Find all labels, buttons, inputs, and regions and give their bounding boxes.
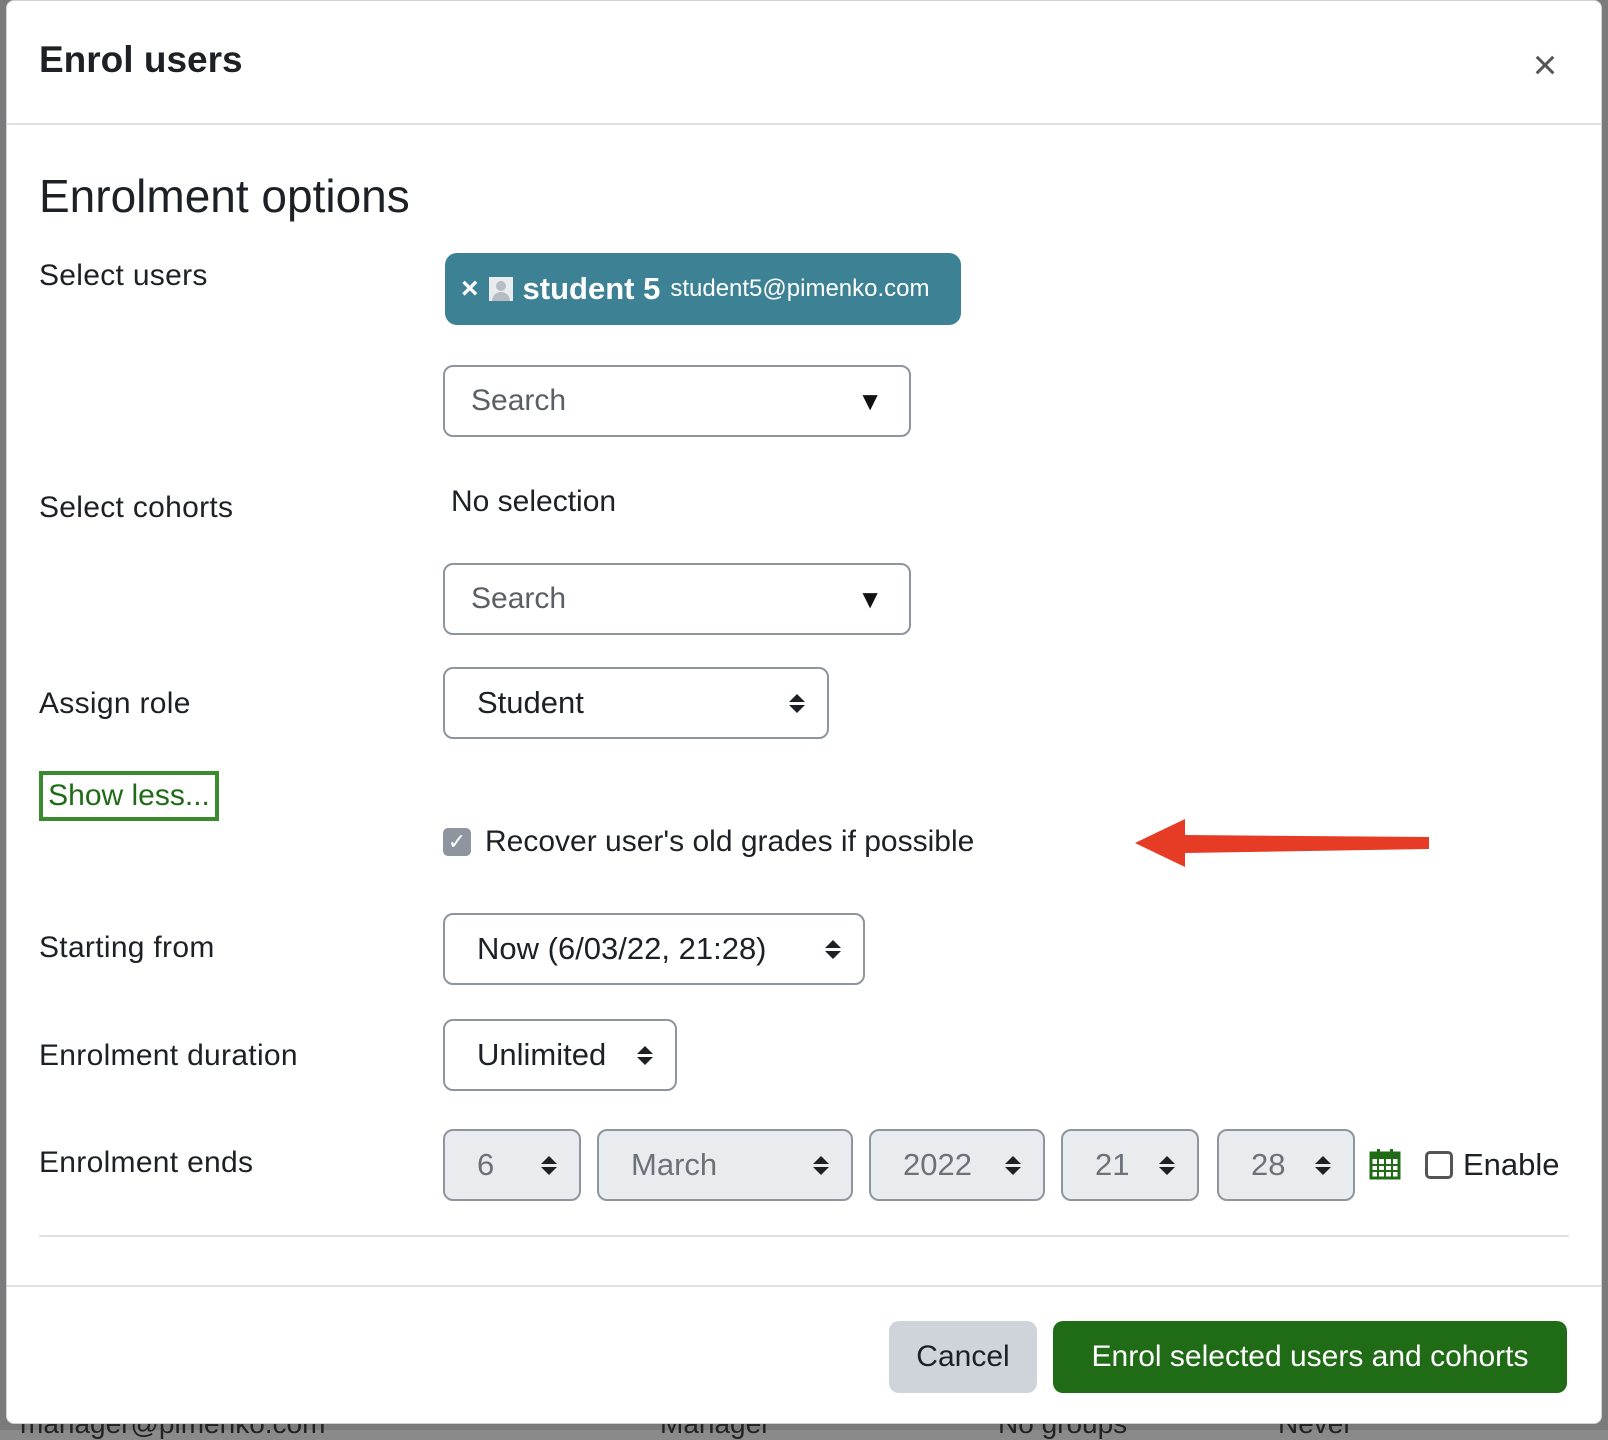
cancel-button[interactable]: Cancel — [889, 1321, 1037, 1393]
calendar-icon[interactable] — [1369, 1148, 1401, 1180]
enrolment-ends-label: Enrolment ends — [39, 1146, 254, 1179]
show-less-link[interactable]: Show less... — [39, 771, 219, 821]
remove-icon[interactable]: × — [461, 272, 479, 306]
sort-icon — [541, 1155, 557, 1175]
assign-role-value: Student — [477, 685, 584, 720]
ends-hour-select[interactable]: 21 — [1061, 1129, 1199, 1201]
ends-month-select[interactable]: March — [597, 1129, 853, 1201]
recover-grades-checkbox[interactable]: ✓ — [443, 828, 471, 856]
enrolment-duration-value: Unlimited — [477, 1037, 607, 1072]
ends-hour-value: 21 — [1095, 1147, 1130, 1182]
ends-month-value: March — [631, 1147, 718, 1182]
cohorts-selection-value: No selection — [451, 485, 617, 518]
users-search-input[interactable]: Search ▼ — [443, 365, 911, 437]
cohorts-search-placeholder: Search — [471, 582, 567, 615]
chevron-down-icon[interactable]: ▼ — [857, 386, 883, 417]
starting-from-select[interactable]: Now (6/03/22, 21:28) — [443, 913, 865, 985]
selected-user-name: student 5 — [522, 271, 661, 306]
users-search-placeholder: Search — [471, 384, 567, 417]
enrolment-duration-select[interactable]: Unlimited — [443, 1019, 677, 1091]
select-users-label: Select users — [39, 259, 208, 292]
sort-icon — [1315, 1155, 1331, 1175]
sort-icon — [1005, 1155, 1021, 1175]
enrol-submit-button[interactable]: Enrol selected users and cohorts — [1053, 1321, 1567, 1393]
selected-user-chip[interactable]: × student 5 student5@pimenko.com — [445, 253, 961, 325]
enable-checkbox[interactable] — [1425, 1151, 1453, 1179]
starting-from-label: Starting from — [39, 931, 215, 964]
sort-icon — [813, 1155, 829, 1175]
ends-day-select[interactable]: 6 — [443, 1129, 581, 1201]
select-cohorts-label: Select cohorts — [39, 491, 234, 524]
selected-user-email: student5@pimenko.com — [670, 275, 930, 302]
starting-from-value: Now (6/03/22, 21:28) — [477, 931, 767, 966]
modal-title: Enrol users — [39, 39, 243, 80]
cohorts-search-input[interactable]: Search ▼ — [443, 563, 911, 635]
enable-label: Enable — [1463, 1147, 1560, 1182]
arrow-left-icon — [1135, 819, 1429, 867]
ends-day-value: 6 — [477, 1147, 495, 1182]
modal-header: Enrol users × — [7, 1, 1601, 125]
user-avatar-icon — [488, 277, 513, 301]
sort-icon — [637, 1045, 653, 1065]
assign-role-select[interactable]: Student — [443, 667, 829, 739]
close-icon[interactable]: × — [1525, 44, 1565, 86]
section-title: Enrolment options — [39, 170, 410, 222]
chevron-down-icon[interactable]: ▼ — [857, 584, 883, 615]
sort-icon — [789, 693, 805, 713]
enable-end-date-option[interactable]: Enable — [1425, 1147, 1560, 1183]
recover-grades-label: Recover user's old grades if possible — [485, 825, 975, 858]
enrolment-duration-label: Enrolment duration — [39, 1039, 298, 1072]
form-divider — [39, 1235, 1569, 1237]
recover-grades-option[interactable]: ✓ Recover user's old grades if possible — [443, 825, 974, 859]
ends-minute-select[interactable]: 28 — [1217, 1129, 1355, 1201]
ends-minute-value: 28 — [1251, 1147, 1286, 1182]
ends-year-select[interactable]: 2022 — [869, 1129, 1045, 1201]
modal-footer: Cancel Enrol selected users and cohorts — [7, 1285, 1601, 1423]
enrol-users-dialog: Enrol users × Enrolment options Select u… — [6, 0, 1602, 1424]
sort-icon — [1159, 1155, 1175, 1175]
sort-icon — [825, 939, 841, 959]
assign-role-label: Assign role — [39, 687, 191, 720]
ends-year-value: 2022 — [903, 1147, 972, 1182]
